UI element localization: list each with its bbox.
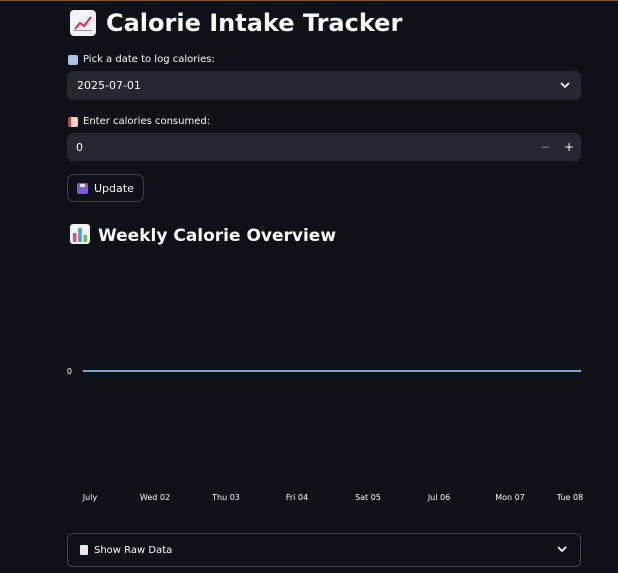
update-button[interactable]: Update <box>67 174 144 202</box>
floppy-disk-icon <box>77 182 88 194</box>
memo-icon <box>68 116 78 127</box>
date-select-value: 2025-07-01 <box>77 79 141 92</box>
calories-input-label: Enter calories consumed: <box>68 116 210 127</box>
date-picker-label-text: Pick a date to log calories: <box>83 54 215 65</box>
x-tick-label: Jul 06 <box>427 493 450 502</box>
increment-button[interactable]: + <box>557 133 581 161</box>
x-tick-label: Sat 05 <box>355 493 381 502</box>
page-title: Calorie Intake Tracker <box>70 6 402 40</box>
section-title: Weekly Calorie Overview <box>70 223 337 249</box>
x-tick-label: Thu 03 <box>211 493 240 502</box>
page-icon <box>80 545 88 555</box>
calories-input-field[interactable]: 0 <box>67 141 533 154</box>
section-title-text: Weekly Calorie Overview <box>98 226 337 246</box>
x-tick-label: Wed 02 <box>140 493 170 502</box>
x-tick-label: Mon 07 <box>495 493 525 502</box>
decrement-button[interactable]: − <box>533 133 557 161</box>
weekly-calorie-chart: 0 July Wed 02 Thu 03 Fri 04 Sat 05 Jul 06 Mon 0… <box>67 367 583 502</box>
chevron-down-icon <box>559 79 571 92</box>
date-picker-label: Pick a date to log calories: <box>68 54 215 65</box>
calories-number-input: 0 − + <box>67 133 581 161</box>
date-select[interactable]: 2025-07-01 <box>67 71 581 100</box>
window-top-border <box>0 0 618 1</box>
update-button-label: Update <box>94 181 134 195</box>
x-tick-label: July <box>82 493 98 502</box>
x-tick-label: Fri 04 <box>286 493 308 502</box>
bar-chart-icon <box>70 223 90 249</box>
y-tick-label: 0 <box>67 367 72 376</box>
x-tick-label: Tue 08 <box>556 493 583 502</box>
raw-data-expander-label: Show Raw Data <box>94 544 173 556</box>
chart-increasing-icon <box>70 10 96 36</box>
page-title-text: Calorie Intake Tracker <box>106 9 403 37</box>
calories-input-label-text: Enter calories consumed: <box>83 116 211 127</box>
raw-data-expander[interactable]: Show Raw Data <box>67 533 581 567</box>
chevron-down-icon <box>556 545 568 556</box>
calendar-icon <box>68 54 78 65</box>
